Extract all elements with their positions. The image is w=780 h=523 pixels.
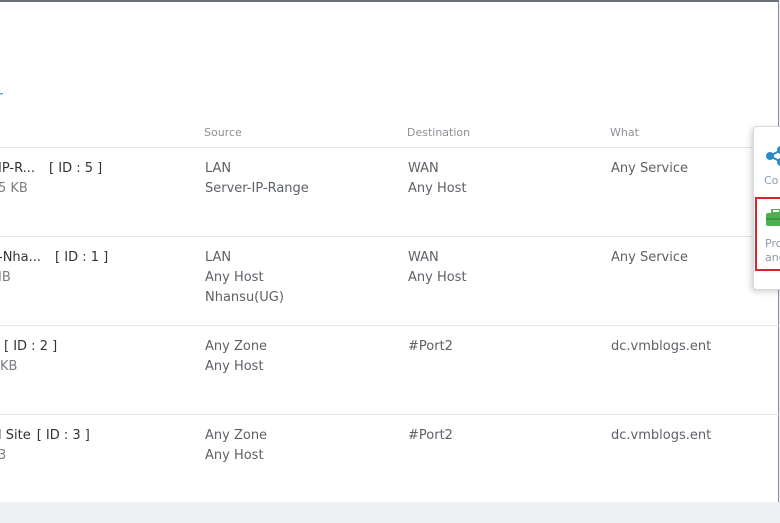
context-menu: Co Pro and: [753, 126, 780, 290]
what-cell: Any Service: [611, 248, 688, 268]
rule-size: 5 KB: [0, 181, 28, 196]
table-row[interactable]: IP-R... [ ID : 5 ] 5 KB: [0, 159, 102, 199]
destination-cell: WAN Any Host: [408, 159, 467, 199]
footer-area: [0, 502, 780, 523]
what-cell: Any Service: [611, 159, 688, 179]
source-cell: LAN Server-IP-Range: [205, 159, 309, 199]
service: Any Service: [611, 161, 689, 176]
destination-port: #Port2: [408, 339, 453, 354]
source-cell: Any Zone Any Host: [205, 337, 267, 377]
service: dc.vmblogs.ent: [611, 339, 712, 354]
menu-item-label: Pro: [765, 237, 780, 250]
row-divider: [0, 325, 780, 326]
share-icon: [764, 145, 780, 171]
what-cell: dc.vmblogs.ent: [611, 426, 711, 446]
destination-host: Any Host: [408, 270, 467, 285]
header-divider: [0, 147, 760, 148]
source-host: Server-IP-Range: [205, 181, 309, 196]
rule-size: KB: [0, 359, 18, 374]
rule-id: [ ID : 2 ]: [4, 339, 58, 354]
source-zone: LAN: [205, 161, 232, 176]
briefcase-icon: [765, 208, 780, 231]
source-host: Any Host: [205, 448, 264, 463]
source-zone: LAN: [205, 250, 232, 265]
table-row[interactable]: l Site [ ID : 3 ] 3: [0, 426, 90, 466]
source-host: Any Host: [205, 359, 264, 374]
rule-id: [ ID : 3 ]: [36, 428, 90, 443]
what-cell: dc.vmblogs.ent: [611, 337, 711, 357]
source-cell: LAN Any Host Nhansu(UG): [205, 248, 284, 308]
destination-cell: #Port2: [408, 337, 453, 357]
rule-name[interactable]: -Nha...: [0, 250, 41, 265]
header-link[interactable]: r: [0, 89, 3, 105]
source-zone: Any Zone: [205, 428, 268, 443]
destination-port: #Port2: [408, 428, 453, 443]
table-row[interactable]: -Nha... [ ID : 1 ] IB: [0, 248, 108, 288]
source-user: Nhansu(UG): [205, 290, 284, 305]
destination-zone: WAN: [408, 250, 439, 265]
rules-panel: r Source Destination What IP-R... [ ID : …: [0, 0, 780, 519]
column-header-what: What: [610, 126, 639, 139]
source-cell: Any Zone Any Host: [205, 426, 267, 466]
service: dc.vmblogs.ent: [611, 428, 712, 443]
destination-cell: #Port2: [408, 426, 453, 446]
source-zone: Any Zone: [205, 339, 268, 354]
menu-item-connect[interactable]: Co: [754, 127, 780, 195]
rule-name[interactable]: l Site: [0, 428, 31, 443]
menu-item-protect[interactable]: Pro and: [755, 197, 780, 271]
row-divider: [0, 414, 780, 415]
menu-item-label: and: [765, 251, 780, 264]
rule-size: IB: [0, 270, 11, 285]
rule-name[interactable]: IP-R...: [0, 161, 35, 176]
menu-item-label: Co: [764, 174, 779, 187]
rule-id: [ ID : 5 ]: [49, 161, 103, 176]
row-divider: [0, 236, 780, 237]
destination-zone: WAN: [408, 161, 439, 176]
service: Any Service: [611, 250, 689, 265]
source-host: Any Host: [205, 270, 264, 285]
column-header-source: Source: [204, 126, 242, 139]
destination-host: Any Host: [408, 181, 467, 196]
table-row[interactable]: [ ID : 2 ] KB: [0, 337, 58, 377]
rule-id: [ ID : 1 ]: [55, 250, 109, 265]
column-header-destination: Destination: [407, 126, 471, 139]
rule-size: 3: [0, 448, 7, 463]
destination-cell: WAN Any Host: [408, 248, 467, 288]
